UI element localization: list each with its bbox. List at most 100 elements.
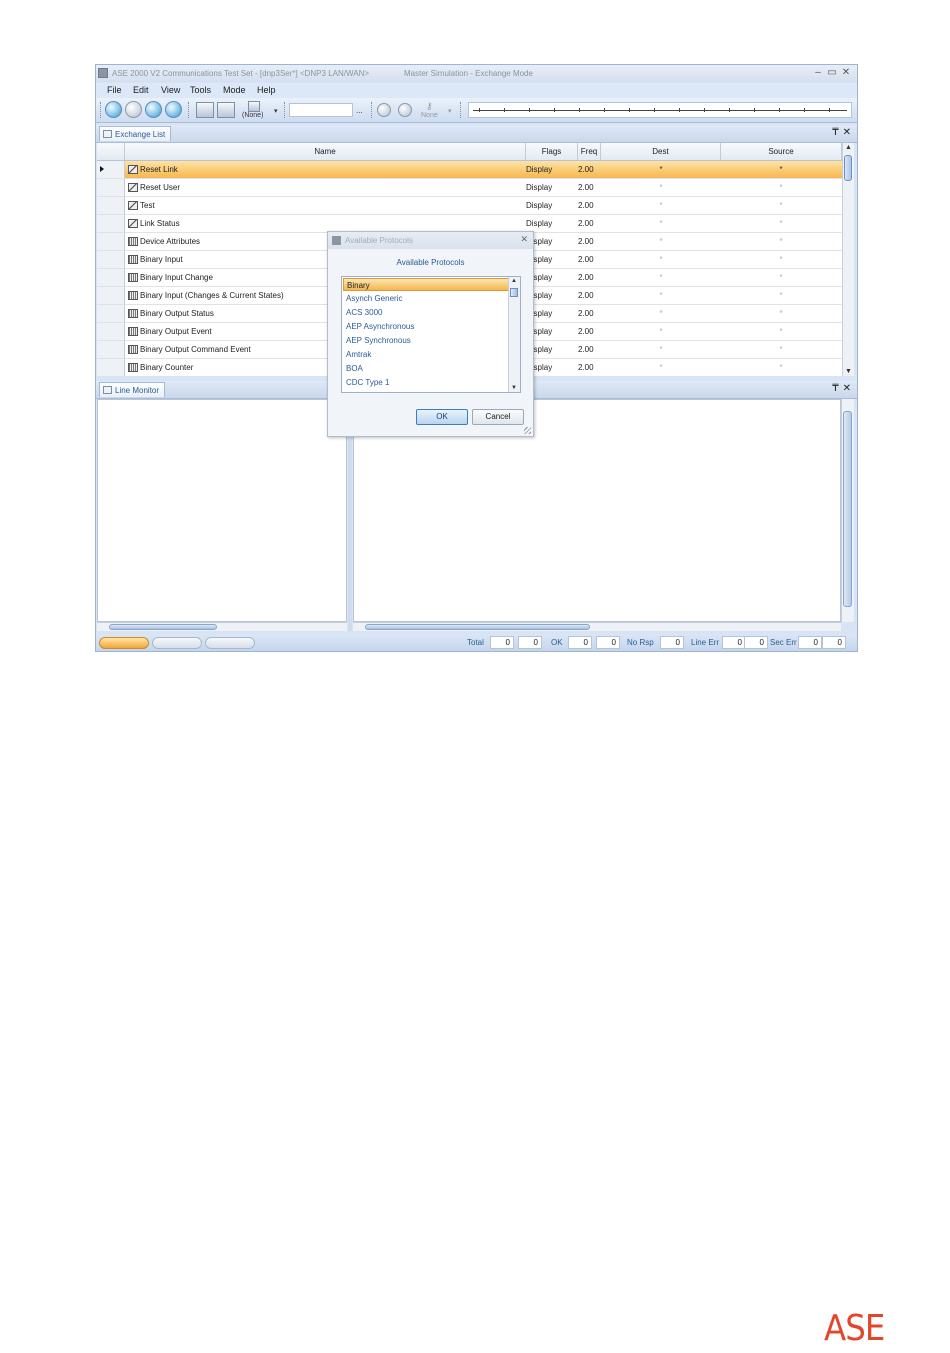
secerr-label: Sec Err <box>770 638 797 647</box>
row-header[interactable] <box>97 323 125 340</box>
table-row[interactable]: Reset User Display 2.00 * * <box>97 179 842 197</box>
forward-icon[interactable] <box>398 103 412 117</box>
left-hscrollbar[interactable] <box>97 622 347 631</box>
maximize-icon[interactable]: ▭ <box>825 67 839 78</box>
scroll-thumb[interactable] <box>510 288 518 297</box>
row-header[interactable] <box>97 179 125 196</box>
key-icon[interactable]: ⚷ <box>426 101 433 112</box>
column-dest[interactable]: Dest <box>601 143 721 160</box>
dialog-title: Available Protocols <box>345 236 413 245</box>
mode-toggle-3[interactable] <box>205 637 255 649</box>
dropdown-icon[interactable]: ▾ <box>448 107 452 115</box>
minimize-icon[interactable]: – <box>811 67 825 78</box>
list-icon[interactable] <box>217 102 235 118</box>
table-row[interactable]: Test Display 2.00 * * <box>97 197 842 215</box>
list-item[interactable]: AEP Asynchronous <box>343 320 509 333</box>
list-item[interactable]: BOA <box>343 362 509 375</box>
mode-toggle-2[interactable] <box>152 637 202 649</box>
cell-freq: 2.00 <box>578 201 594 210</box>
refresh-icon[interactable] <box>145 101 162 118</box>
mode-toggle-1[interactable] <box>99 637 149 649</box>
column-source[interactable]: Source <box>721 143 842 160</box>
pin-icon[interactable]: ₸ <box>832 383 838 394</box>
available-protocols-dialog: Available Protocols ✕ Available Protocol… <box>327 231 534 437</box>
cancel-button[interactable]: Cancel <box>472 409 524 425</box>
menu-mode[interactable]: Mode <box>223 85 246 95</box>
list-item[interactable]: Asynch Generic <box>343 292 509 305</box>
back-icon[interactable] <box>377 103 391 117</box>
close-icon[interactable]: ✕ <box>839 67 853 78</box>
hscroll-thumb[interactable] <box>109 624 217 630</box>
row-header[interactable] <box>97 269 125 286</box>
menu-tools[interactable]: Tools <box>190 85 211 95</box>
column-name[interactable]: Name <box>125 143 526 160</box>
ok-button[interactable]: OK <box>416 409 468 425</box>
table-icon <box>128 363 138 372</box>
row-header[interactable] <box>97 287 125 304</box>
dialog-close-icon[interactable]: ✕ <box>520 234 528 245</box>
menu-view[interactable]: View <box>161 85 180 95</box>
browse-button[interactable]: ... <box>356 106 363 115</box>
close-panel-icon[interactable]: ✕ <box>843 127 851 138</box>
toolbar-input[interactable] <box>289 103 353 117</box>
table-row[interactable]: Reset Link Display 2.00 * * <box>97 161 842 179</box>
list-item[interactable]: ACS 3000 <box>343 306 509 319</box>
list-item[interactable]: Binary <box>343 278 509 291</box>
line-monitor-left-pane[interactable] <box>97 399 347 622</box>
column-freq[interactable]: Freq <box>578 143 601 160</box>
cell-source: * <box>779 183 783 192</box>
dropdown-icon[interactable]: ▾ <box>274 107 278 115</box>
pin-icon[interactable]: ₸ <box>832 127 838 138</box>
close-panel-icon[interactable]: ✕ <box>843 383 851 394</box>
tab-line-monitor[interactable]: Line Monitor <box>99 382 166 397</box>
row-header[interactable] <box>97 305 125 322</box>
row-header[interactable] <box>97 215 125 232</box>
list-item[interactable]: Amtrak <box>343 348 509 361</box>
step-icon[interactable] <box>196 102 214 118</box>
row-header[interactable] <box>97 161 125 178</box>
run-icon[interactable] <box>105 101 122 118</box>
timeline-ruler[interactable] <box>468 102 852 118</box>
secerr-value-b: 0 <box>822 636 846 649</box>
scroll-up-icon[interactable]: ▲ <box>511 278 517 284</box>
ruler-tick <box>729 108 730 112</box>
cell-flags: Display <box>526 219 553 228</box>
ok-value-b: 0 <box>596 636 620 649</box>
row-header[interactable] <box>97 359 125 376</box>
cell-dest: * <box>659 345 663 354</box>
tab-exchange-list[interactable]: Exchange List <box>99 126 172 141</box>
list-item[interactable]: CDC Type 1 ASCII <box>343 390 509 392</box>
list-item[interactable]: CDC Type 1 <box>343 376 509 389</box>
loop-icon[interactable] <box>165 101 182 118</box>
row-header[interactable] <box>97 197 125 214</box>
scroll-thumb[interactable] <box>844 155 852 181</box>
row-header[interactable] <box>97 233 125 250</box>
listbox-scrollbar[interactable]: ▲ ▼ <box>508 277 520 392</box>
protocol-icon[interactable] <box>248 101 260 112</box>
cell-dest: * <box>659 291 663 300</box>
resize-grip-icon[interactable] <box>524 427 531 434</box>
grid-scrollbar[interactable]: ▲ ▼ <box>842 143 854 376</box>
menu-file[interactable]: File <box>107 85 122 95</box>
stop-icon[interactable] <box>125 101 142 118</box>
protocol-listbox[interactable]: Binary Asynch Generic ACS 3000 AEP Asynchro… <box>341 276 521 393</box>
pencil-icon <box>128 201 138 210</box>
line-monitor-scrollbar[interactable] <box>841 399 854 622</box>
scroll-down-icon[interactable]: ▼ <box>845 368 852 375</box>
list-item[interactable]: AEP Synchronous <box>343 334 509 347</box>
hscroll-thumb[interactable] <box>365 624 590 630</box>
menu-edit[interactable]: Edit <box>133 85 149 95</box>
scroll-thumb[interactable] <box>843 411 852 607</box>
scroll-down-icon[interactable]: ▼ <box>511 385 517 391</box>
ruler-tick <box>504 108 505 112</box>
toolbar: (None) ▾ ... ⚷ None ▾ <box>96 98 857 123</box>
menu-help[interactable]: Help <box>257 85 276 95</box>
toolbar-grip <box>100 102 102 118</box>
right-hscrollbar[interactable] <box>353 622 841 631</box>
ruler-tick <box>754 108 755 112</box>
row-header[interactable] <box>97 251 125 268</box>
cell-dest: * <box>659 327 663 336</box>
scroll-up-icon[interactable]: ▲ <box>845 144 852 151</box>
column-flags[interactable]: Flags <box>526 143 578 160</box>
row-header[interactable] <box>97 341 125 358</box>
